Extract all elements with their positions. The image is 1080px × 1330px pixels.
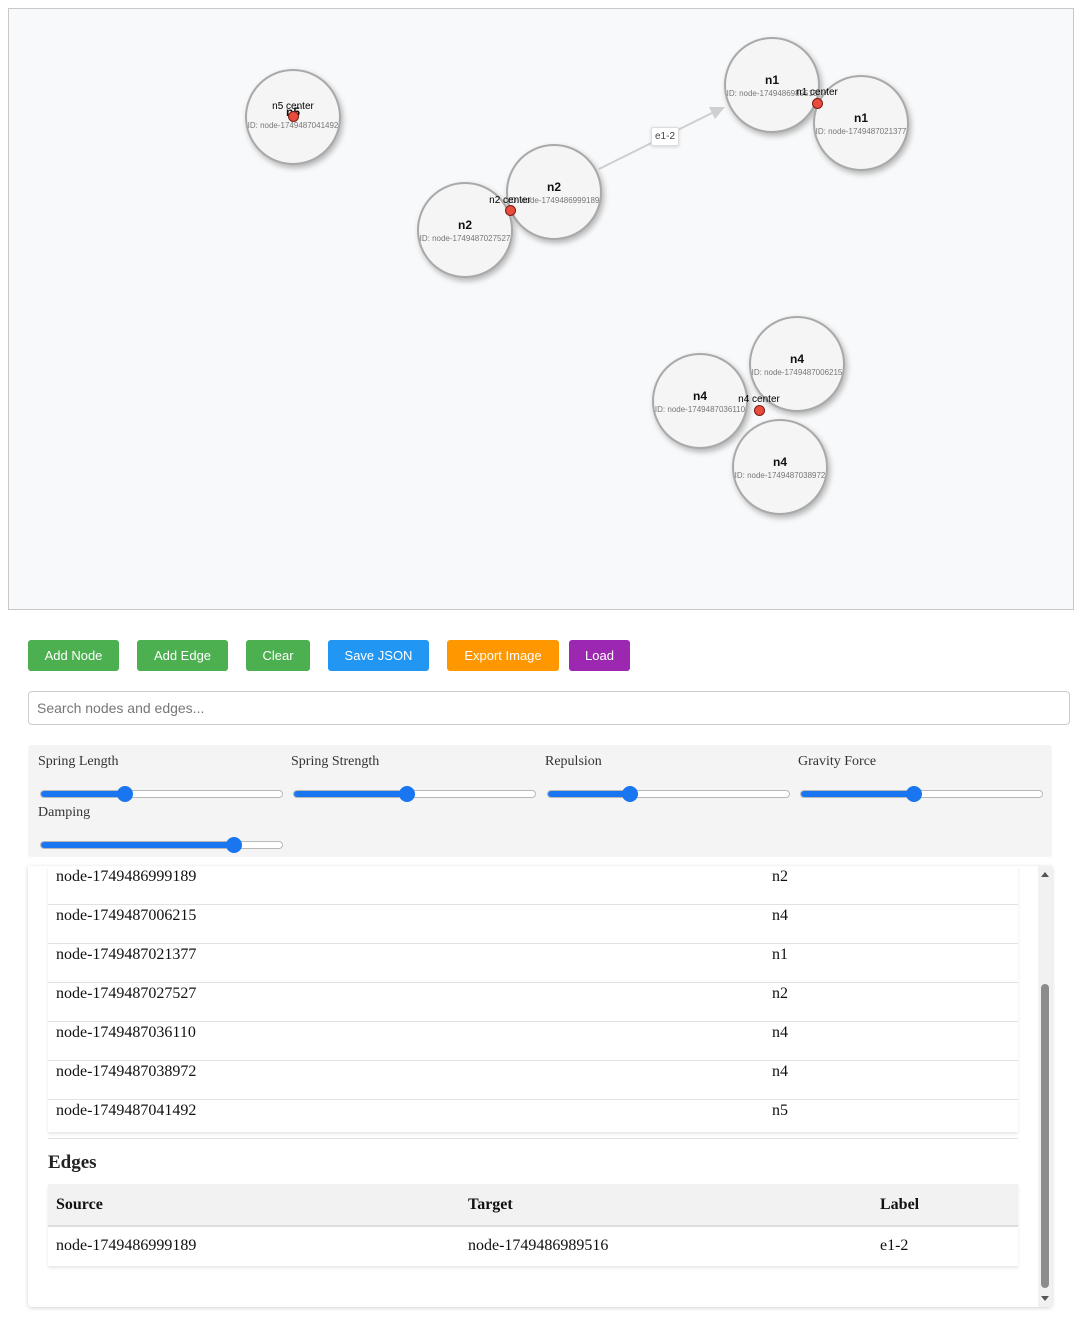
graph-node[interactable]: n1 ID: node-1749486989516 bbox=[724, 37, 820, 133]
graph-canvas[interactable]: e1-2 n5 ID: node-1749487041492 n2 ID: no… bbox=[8, 8, 1074, 610]
repulsion-control: Repulsion bbox=[545, 754, 791, 802]
node-label: n4 bbox=[772, 455, 787, 469]
slider-thumb[interactable] bbox=[399, 786, 416, 802]
damping-control: Damping bbox=[38, 805, 284, 853]
table-row[interactable]: node-1749487036110 n4 bbox=[48, 1022, 1018, 1061]
edge-layer bbox=[598, 107, 725, 170]
spring-strength-control: Spring Strength bbox=[291, 754, 537, 802]
graph-node[interactable]: n2 ID: node-1749486999189 bbox=[506, 144, 602, 240]
node-label: n4 bbox=[789, 352, 804, 366]
scroll-up-arrow-icon[interactable] bbox=[1041, 872, 1049, 877]
node-label-cell: n4 bbox=[772, 1024, 788, 1041]
spring-strength-label: Spring Strength bbox=[291, 754, 380, 769]
node-label: n1 bbox=[764, 73, 779, 87]
node-label-cell: n2 bbox=[772, 985, 788, 1002]
table-row[interactable]: node-1749487041492 n5 bbox=[48, 1100, 1018, 1139]
node-label-cell: n4 bbox=[772, 1063, 788, 1080]
node-label-cell: n2 bbox=[772, 868, 788, 885]
edge-source-cell: node-1749486999189 bbox=[56, 1237, 197, 1254]
repulsion-label: Repulsion bbox=[545, 754, 602, 769]
add-node-button[interactable]: Add Node bbox=[28, 640, 119, 671]
cluster-center-marker[interactable] bbox=[288, 111, 299, 122]
graph-node[interactable]: n4 ID: node-1749487036110 bbox=[652, 353, 748, 449]
edge-label-cell: e1-2 bbox=[880, 1237, 909, 1254]
node-label-cell: n4 bbox=[772, 907, 788, 924]
table-row[interactable]: node-1749486999189 n2 bbox=[48, 866, 1018, 905]
spring-length-slider[interactable] bbox=[40, 786, 283, 802]
scroll-down-arrow-icon[interactable] bbox=[1041, 1296, 1049, 1301]
nodes-table: node-1749486999189 n2 node-1749487006215… bbox=[48, 866, 1018, 1139]
repulsion-slider[interactable] bbox=[547, 786, 790, 802]
damping-slider[interactable] bbox=[40, 837, 283, 853]
table-row[interactable]: node-1749487006215 n4 bbox=[48, 905, 1018, 944]
edge-label[interactable]: e1-2 bbox=[651, 127, 680, 146]
data-panel[interactable]: node-1749486999189 n2 node-1749487006215… bbox=[28, 866, 1052, 1307]
header-label[interactable]: Label bbox=[880, 1196, 919, 1214]
node-label: n2 bbox=[457, 218, 472, 232]
slider-thumb[interactable] bbox=[225, 837, 242, 853]
cluster-center-marker[interactable] bbox=[505, 205, 516, 216]
table-row[interactable]: node-1749487027527 n2 bbox=[48, 983, 1018, 1022]
node-label-cell: n1 bbox=[772, 946, 788, 963]
export-image-button[interactable]: Export Image bbox=[447, 640, 559, 671]
table-row[interactable]: node-1749486999189 node-1749486989516 e1… bbox=[48, 1227, 1018, 1266]
load-button[interactable]: Load bbox=[569, 640, 630, 671]
node-label: n2 bbox=[546, 180, 561, 194]
header-source[interactable]: Source bbox=[56, 1196, 103, 1214]
node-id-cell: node-1749487006215 bbox=[56, 907, 197, 924]
edges-heading: Edges bbox=[48, 1152, 97, 1173]
node-id-cell: node-1749486999189 bbox=[56, 868, 197, 885]
edges-table-header: Source Target Label bbox=[48, 1184, 1018, 1227]
node-id-cell: node-1749487027527 bbox=[56, 985, 197, 1002]
scrollbar-thumb[interactable] bbox=[1041, 984, 1049, 1288]
node-id-cell: node-1749487038972 bbox=[56, 1063, 197, 1080]
slider-thumb[interactable] bbox=[117, 786, 134, 802]
center-label: n1 center bbox=[796, 87, 838, 98]
add-edge-button[interactable]: Add Edge bbox=[137, 640, 228, 671]
node-id: ID: node-1749487021377 bbox=[815, 127, 907, 136]
node-id-cell: node-1749487036110 bbox=[56, 1024, 196, 1041]
gravity-force-label: Gravity Force bbox=[798, 754, 877, 769]
edges-table: Source Target Label node-1749486999189 n… bbox=[48, 1184, 1018, 1266]
search-input[interactable] bbox=[28, 691, 1070, 725]
slider-thumb[interactable] bbox=[621, 786, 638, 802]
edge-target-cell: node-1749486989516 bbox=[468, 1237, 609, 1254]
header-target[interactable]: Target bbox=[468, 1196, 513, 1214]
cluster-center-marker[interactable] bbox=[754, 405, 765, 416]
node-id: ID: node-1749487027527 bbox=[419, 234, 511, 243]
spring-strength-slider[interactable] bbox=[293, 786, 536, 802]
node-label-cell: n5 bbox=[772, 1102, 788, 1119]
table-row[interactable]: node-1749487038972 n4 bbox=[48, 1061, 1018, 1100]
gravity-force-slider[interactable] bbox=[800, 786, 1043, 802]
node-id: ID: node-1749487041492 bbox=[247, 121, 339, 130]
table-row[interactable]: node-1749487021377 n1 bbox=[48, 944, 1018, 983]
physics-controls: Spring Length Spring Strength Repulsion … bbox=[28, 745, 1052, 857]
node-label: n1 bbox=[853, 111, 868, 125]
damping-label: Damping bbox=[38, 805, 91, 820]
center-label: n4 center bbox=[738, 394, 780, 405]
slider-thumb[interactable] bbox=[906, 786, 923, 802]
gravity-force-control: Gravity Force bbox=[798, 754, 1044, 802]
save-json-button[interactable]: Save JSON bbox=[328, 640, 429, 671]
node-id: ID: node-1749487038972 bbox=[734, 471, 826, 480]
spring-length-control: Spring Length bbox=[38, 754, 284, 802]
spring-length-label: Spring Length bbox=[38, 754, 119, 769]
node-label: n4 bbox=[692, 389, 707, 403]
panel-scrollbar[interactable] bbox=[1038, 866, 1052, 1307]
clear-button[interactable]: Clear bbox=[246, 640, 310, 671]
cluster-center-marker[interactable] bbox=[812, 98, 823, 109]
node-id-cell: node-1749487021377 bbox=[56, 946, 197, 963]
graph-node[interactable]: n4 ID: node-1749487038972 bbox=[732, 419, 828, 515]
node-id-cell: node-1749487041492 bbox=[56, 1102, 197, 1119]
